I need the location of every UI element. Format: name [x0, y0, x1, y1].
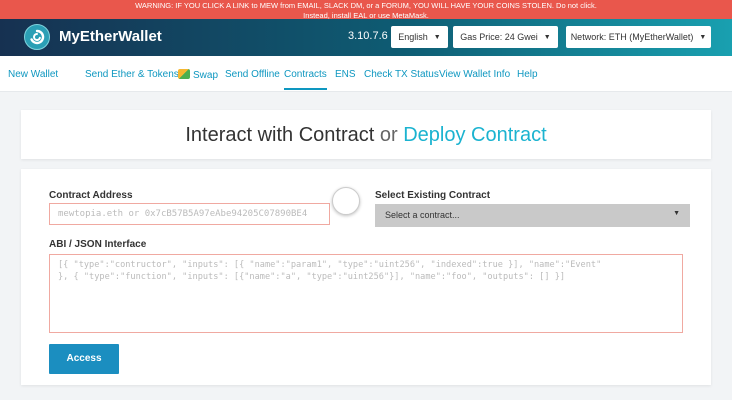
- language-value: English: [398, 32, 428, 42]
- header-bar: MyEtherWallet 3.10.7.6 English ▼ Gas Pric…: [0, 19, 732, 56]
- nav-send-ether-tokens[interactable]: Send Ether & Tokens: [85, 69, 179, 80]
- nav-swap-label: Swap: [193, 70, 219, 81]
- abi-json-label: ABI / JSON Interface: [49, 239, 147, 250]
- nav-check-tx-status[interactable]: Check TX Status: [364, 69, 439, 80]
- address-identicon: [332, 187, 360, 215]
- chevron-down-icon: ▼: [699, 33, 707, 41]
- phishing-warning-banner: WARNING: IF YOU CLICK A LINK to MEW from…: [0, 0, 732, 20]
- contract-address-label: Contract Address: [49, 190, 133, 201]
- select-existing-contract-label: Select Existing Contract: [375, 190, 491, 201]
- warning-line-1: WARNING: IF YOU CLICK A LINK to MEW from…: [135, 1, 597, 10]
- contract-address-input[interactable]: mewtopia.eth or 0x7cB57B5A97eAbe94205C07…: [49, 203, 330, 225]
- chevron-down-icon: ▼: [673, 210, 680, 217]
- deploy-contract-link[interactable]: Deploy Contract: [403, 124, 546, 146]
- interact-contract-title[interactable]: Interact with Contract: [185, 124, 374, 146]
- access-button[interactable]: Access: [49, 344, 119, 374]
- nav-send-offline[interactable]: Send Offline: [225, 69, 280, 80]
- gas-price-value: Gas Price: 24 Gwei: [460, 32, 538, 42]
- nav-view-wallet-info[interactable]: View Wallet Info: [439, 69, 510, 80]
- abi-json-textarea[interactable]: [{ "type":"contructor", "inputs": [{ "na…: [49, 254, 683, 333]
- main-nav: New Wallet Send Ether & Tokens Swap Send…: [0, 56, 732, 92]
- contract-heading-card: Interact with Contract or Deploy Contrac…: [21, 110, 711, 159]
- gas-price-dropdown[interactable]: Gas Price: 24 Gwei ▼: [453, 26, 558, 48]
- page-title: Interact with Contract or Deploy Contrac…: [21, 124, 711, 147]
- nav-ens[interactable]: ENS: [335, 69, 356, 80]
- network-dropdown[interactable]: Network: ETH (MyEtherWallet) ▼: [566, 26, 711, 48]
- nav-contracts[interactable]: Contracts: [284, 69, 327, 90]
- select-contract-value: Select a contract...: [385, 210, 460, 220]
- title-or: or: [379, 124, 398, 146]
- chevron-down-icon: ▼: [433, 33, 441, 41]
- select-contract-dropdown[interactable]: Select a contract... ▼: [375, 204, 690, 227]
- swap-icon: [178, 69, 190, 79]
- nav-help[interactable]: Help: [517, 69, 538, 80]
- chevron-down-icon: ▼: [543, 33, 551, 41]
- version-label: 3.10.7.6: [348, 30, 388, 42]
- language-dropdown[interactable]: English ▼: [391, 26, 448, 48]
- nav-swap[interactable]: Swap: [178, 69, 218, 81]
- mew-logo-icon[interactable]: [24, 24, 50, 50]
- interact-contract-form: Contract Address mewtopia.eth or 0x7cB57…: [21, 169, 711, 385]
- network-value: Network: ETH (MyEtherWallet): [570, 32, 694, 42]
- brand-title[interactable]: MyEtherWallet: [59, 28, 162, 45]
- nav-new-wallet[interactable]: New Wallet: [8, 69, 58, 80]
